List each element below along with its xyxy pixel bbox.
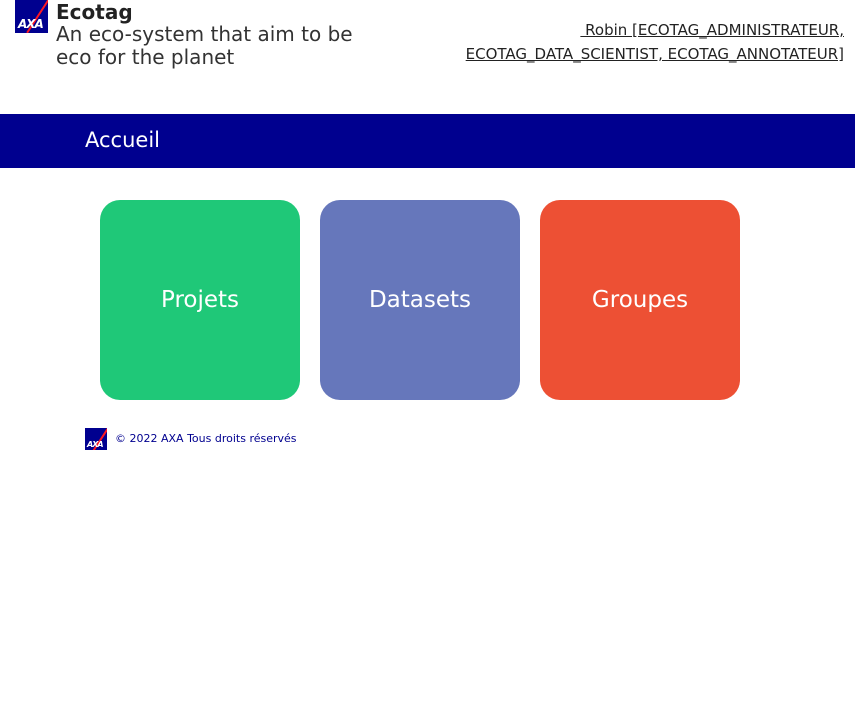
axa-logo[interactable]: AXA bbox=[15, 0, 48, 33]
tile-projets[interactable]: Projets bbox=[100, 200, 300, 400]
user-info-line1: Robin [ECOTAG_ADMINISTRATEUR, bbox=[580, 21, 844, 39]
tile-groupes-label: Groupes bbox=[591, 287, 689, 313]
footer-axa-logo: AXA bbox=[85, 428, 107, 450]
app-name: Ecotag bbox=[56, 0, 133, 24]
axa-logo-text: AXA bbox=[18, 17, 44, 31]
nav-home-link[interactable]: Accueil bbox=[85, 128, 160, 152]
tile-groupes[interactable]: Groupes bbox=[540, 200, 740, 400]
user-info-link[interactable]: Robin [ECOTAG_ADMINISTRATEUR, ECOTAG_DAT… bbox=[424, 18, 844, 66]
copyright-text: © 2022 AXA Tous droits réservés bbox=[115, 432, 297, 445]
footer-logo-text: AXA bbox=[87, 440, 104, 449]
header: AXA Ecotag An eco-system that aim to be … bbox=[0, 0, 855, 114]
navbar: Accueil bbox=[0, 114, 855, 168]
brand: Ecotag An eco-system that aim to be eco … bbox=[56, 1, 376, 69]
tagline-line1: An eco-system that aim to be bbox=[56, 22, 353, 46]
user-info-line2: ECOTAG_DATA_SCIENTIST, ECOTAG_ANNOTATEUR… bbox=[465, 45, 844, 63]
tile-datasets-label: Datasets bbox=[368, 287, 472, 313]
tagline-line2: eco for the planet bbox=[56, 45, 235, 69]
tile-datasets[interactable]: Datasets bbox=[320, 200, 520, 400]
tile-projets-label: Projets bbox=[160, 287, 240, 313]
